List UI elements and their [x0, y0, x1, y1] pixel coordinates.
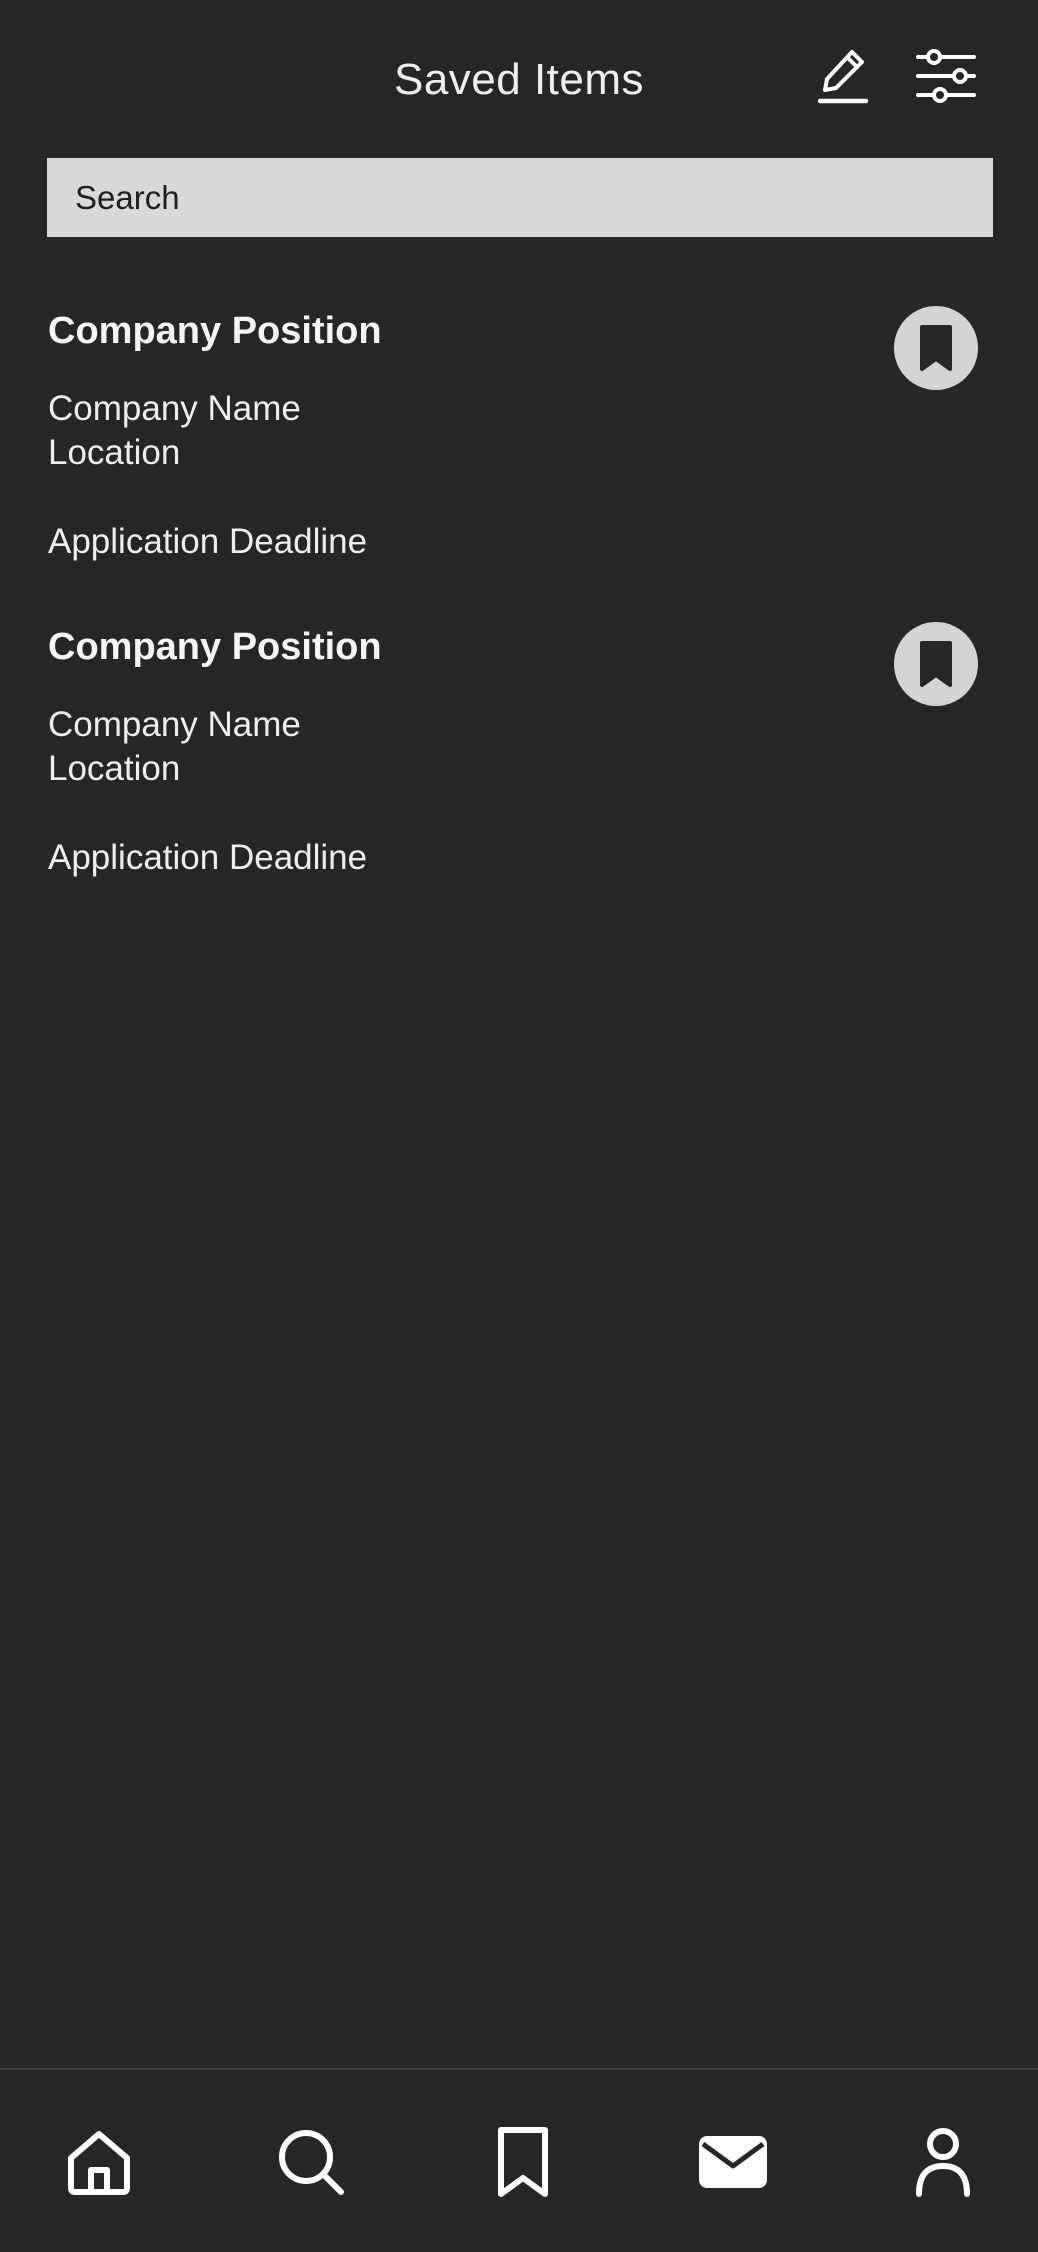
search-icon: [279, 2130, 344, 2195]
search-input[interactable]: [73, 177, 967, 218]
edit-pencil-icon: [818, 50, 869, 104]
nav-saved[interactable]: [483, 2122, 563, 2202]
job-location: Location: [48, 433, 181, 472]
edit-button[interactable]: [812, 44, 876, 108]
nav-messages[interactable]: [693, 2122, 773, 2202]
bookmark-icon: [920, 325, 952, 371]
profile-icon: [916, 2128, 970, 2197]
bookmark-button[interactable]: [894, 306, 978, 390]
filter-button[interactable]: [914, 44, 978, 108]
job-company-name: Company Name: [48, 705, 301, 744]
nav-search[interactable]: [271, 2122, 351, 2202]
job-position: Company Position: [48, 626, 382, 668]
nav-home[interactable]: [59, 2122, 139, 2202]
job-company-name: Company Name: [48, 389, 301, 428]
nav-profile[interactable]: [903, 2122, 983, 2202]
bookmark-icon: [920, 641, 952, 687]
job-application-deadline: Application Deadline: [48, 838, 368, 877]
home-icon: [68, 2131, 130, 2195]
bookmark-button[interactable]: [894, 622, 978, 706]
mail-icon: [699, 2136, 767, 2188]
job-location: Location: [48, 749, 181, 788]
saved-job-card[interactable]: Company Position Company Name Location A…: [48, 306, 990, 626]
bookmark-icon: [498, 2127, 548, 2197]
saved-job-card[interactable]: Company Position Company Name Location A…: [48, 622, 990, 942]
job-position: Company Position: [48, 310, 382, 352]
saved-jobs-list: Company Position Company Name Location A…: [48, 306, 990, 942]
page-title: Saved Items: [393, 55, 645, 104]
job-application-deadline: Application Deadline: [48, 522, 368, 561]
filter-sliders-icon: [916, 49, 976, 103]
header: Saved Items: [0, 0, 1038, 160]
bottom-nav: [0, 2068, 1038, 2252]
search-bar: [47, 158, 993, 237]
